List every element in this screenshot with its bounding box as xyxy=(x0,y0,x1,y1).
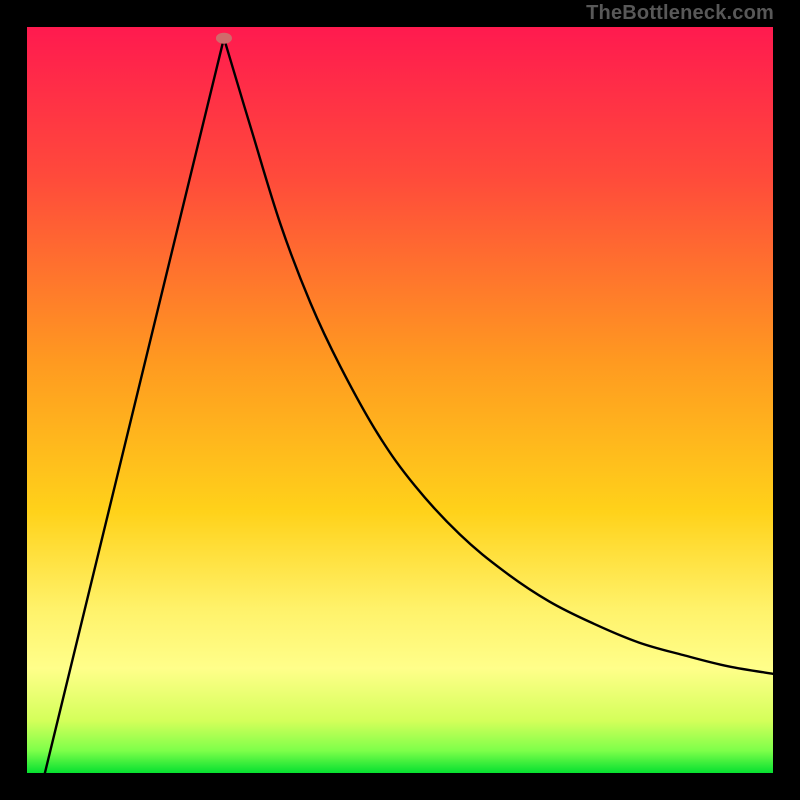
optimum-marker xyxy=(216,33,232,44)
chart-frame: { "attribution": "TheBottleneck.com", "c… xyxy=(0,0,800,800)
gradient-background xyxy=(27,27,773,773)
attribution-text: TheBottleneck.com xyxy=(586,2,774,25)
bottleneck-chart xyxy=(0,0,800,800)
